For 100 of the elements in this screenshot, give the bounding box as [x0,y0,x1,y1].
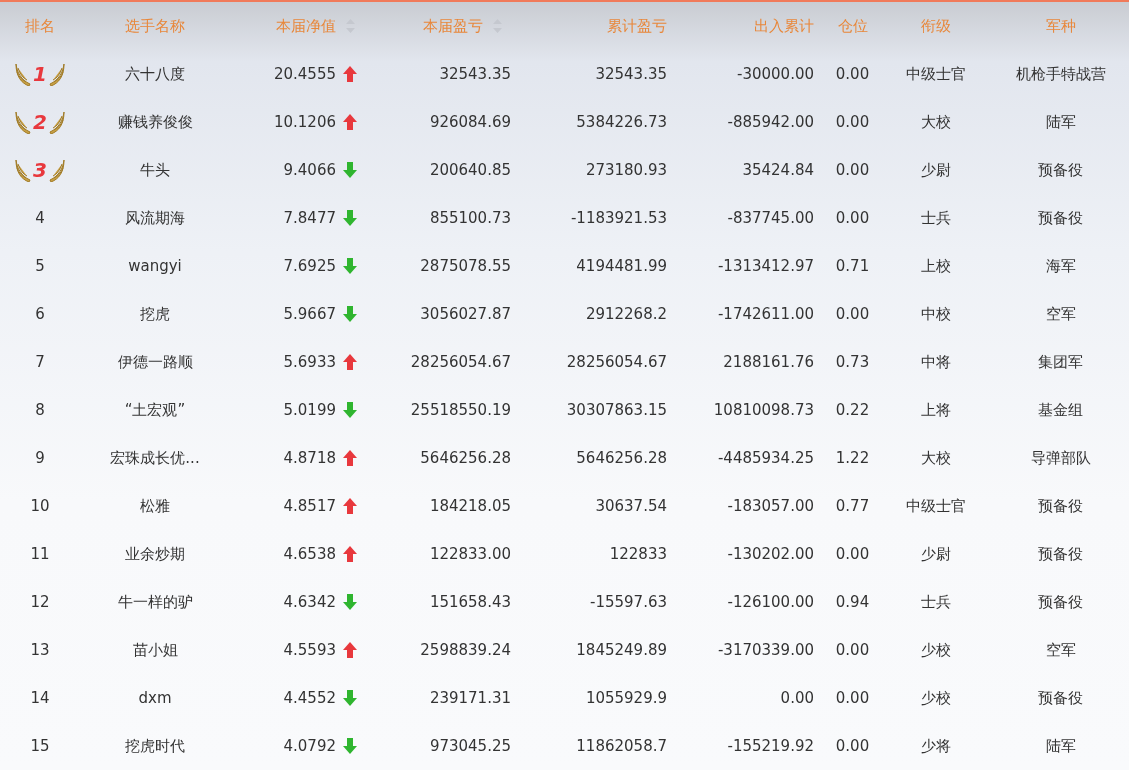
rank-number: 2 [33,110,47,134]
wing-icon [48,62,65,86]
table-cell: 4.0792 [283,737,336,755]
table-cell: 0.00 [835,689,870,707]
table-cell: 2912268.2 [585,305,667,323]
player-name: 挖虎时代 [125,736,185,756]
table-cell: 基金组 [1038,400,1083,420]
table-cell: -30000.00 [737,65,814,83]
player-name: “土宏观” [124,400,186,420]
table-cell: 0.00 [835,305,870,323]
rank-number: 8 [35,401,45,419]
table-cell: 空军 [1045,640,1076,660]
table-cell: 35424.84 [742,161,814,179]
player-name: 宏珠成长优... [110,448,200,468]
table-cell: 5.0199 [283,401,336,419]
table-cell: 2875078.55 [420,257,511,275]
table-cell: 32543.35 [439,65,511,83]
column-header[interactable]: 本届净值 [276,16,336,36]
table-cell: 3056027.87 [420,305,511,323]
rank-number: 11 [30,545,50,563]
table-cell: 0.00 [835,65,870,83]
table-cell: -3170339.00 [717,641,814,659]
table-cell: 0.00 [780,689,814,707]
table-cell: 5.6933 [283,353,336,371]
table-cell: 预备役 [1038,208,1083,228]
table-cell: -1742611.00 [717,305,814,323]
table-cell: 151658.43 [429,593,511,611]
rank-number: 9 [35,449,45,467]
table-cell: 4.4552 [283,689,336,707]
column-header: 排名 [25,16,55,36]
table-cell: 10.1206 [273,113,336,131]
table-cell: 预备役 [1038,688,1083,708]
table-cell: 4.6538 [283,545,336,563]
rank-number: 1 [33,62,47,86]
rank-number: 13 [30,641,50,659]
table-cell: 2598839.24 [420,641,511,659]
table-cell: 中级士官 [906,64,966,84]
table-cell: 上校 [921,256,951,276]
table-cell: 10810098.73 [713,401,814,419]
table-cell: 855100.73 [429,209,511,227]
column-header[interactable]: 本届盈亏 [423,16,483,36]
table-cell: 11862058.7 [576,737,667,755]
table-cell: 0.94 [835,593,870,611]
player-name: 赚钱养俊俊 [117,112,193,132]
table-cell: 239171.31 [429,689,511,707]
table-cell: 5.9667 [283,305,336,323]
rank-number: 3 [33,158,47,182]
table-cell: 0.71 [835,257,870,275]
player-name: 业余炒期 [125,544,185,564]
table-cell: 少尉 [921,160,951,180]
table-cell: 预备役 [1038,160,1083,180]
player-name: 牛头 [140,160,170,180]
table-cell: 少尉 [921,544,951,564]
table-cell: 973045.25 [429,737,511,755]
table-cell: 预备役 [1038,496,1083,516]
table-cell: 7.8477 [283,209,336,227]
column-header: 选手名称 [125,16,185,36]
table-cell: 122833.00 [429,545,511,563]
table-cell: 机枪手特战营 [1015,64,1106,84]
table-cell: -15597.63 [590,593,667,611]
rank-number: 5 [35,257,45,275]
wing-icon [48,158,65,182]
table-cell: -1313412.97 [717,257,814,275]
column-header: 出入累计 [754,16,814,36]
player-name: 风流期海 [125,208,185,228]
table-cell: 少将 [921,736,951,756]
table-cell: 30637.54 [595,497,667,515]
table-cell: 0.00 [835,641,870,659]
table-cell: 926084.69 [429,113,511,131]
table-cell: 陆军 [1045,112,1076,132]
table-cell: 4.8718 [283,449,336,467]
table-cell: 25518550.19 [410,401,511,419]
table-cell: 0.00 [835,113,870,131]
table-cell: 0.77 [835,497,870,515]
table-cell: 4.5593 [283,641,336,659]
table-cell: 0.00 [835,545,870,563]
player-name: 六十八度 [125,64,185,84]
table-cell: 1.22 [835,449,870,467]
table-cell: 中将 [921,352,951,372]
table-cell: 2188161.76 [723,353,814,371]
table-cell: -155219.92 [727,737,814,755]
table-cell: 5384226.73 [576,113,667,131]
table-cell: 导弹部队 [1030,448,1091,468]
rank-number: 14 [30,689,50,707]
table-cell: 大校 [921,448,951,468]
table-cell: 20.4555 [273,65,336,83]
table-cell: 上将 [921,400,951,420]
rank-number: 4 [35,209,45,227]
table-cell: 32543.35 [595,65,667,83]
table-cell: 4.8517 [283,497,336,515]
table-cell: 少校 [921,688,951,708]
column-header: 衔级 [921,16,951,36]
table-cell: 中校 [921,304,951,324]
table-cell: -130202.00 [727,545,814,563]
table-cell: 7.6925 [283,257,336,275]
player-name: wangyi [128,257,182,275]
table-cell: 士兵 [921,592,951,612]
table-cell: 大校 [921,112,951,132]
column-header: 军种 [1045,16,1076,36]
table-cell: -126100.00 [727,593,814,611]
